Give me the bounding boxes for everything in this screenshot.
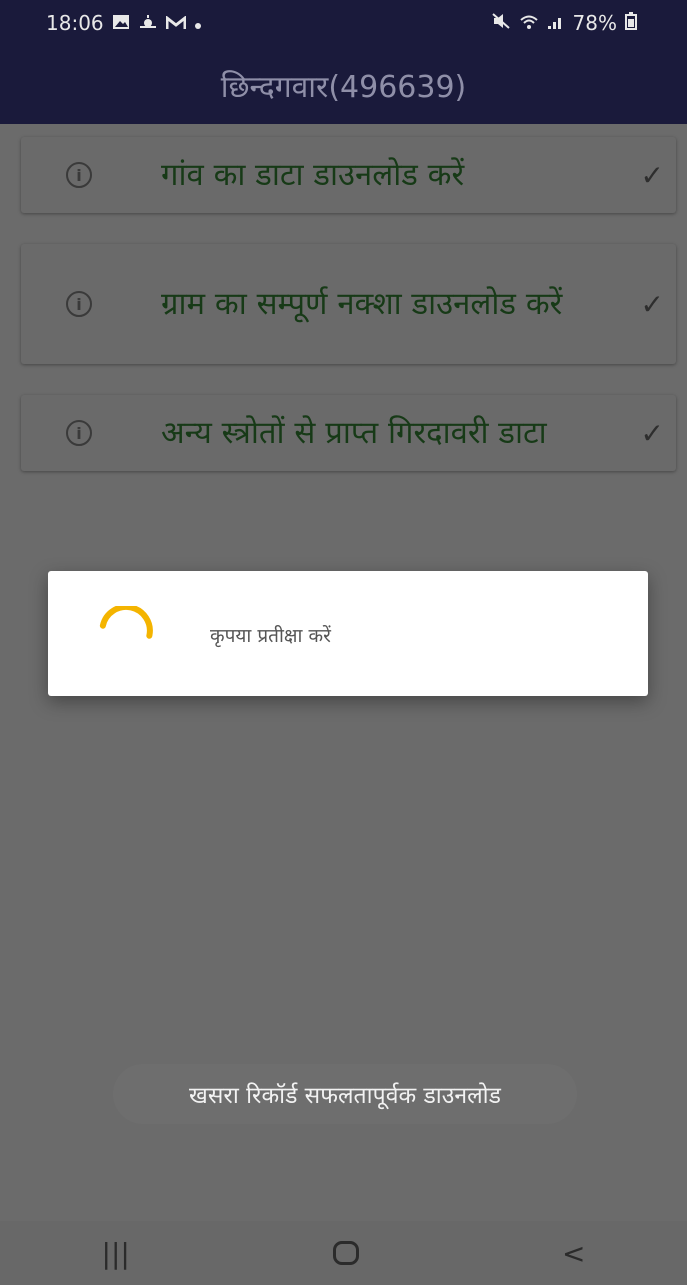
status-right: 78% (491, 11, 637, 35)
item-label: ग्राम का सम्पूर्ण नक्शा डाउनलोड करें (161, 286, 563, 322)
battery-level: 78% (572, 11, 617, 35)
navigation-bar: ||| < (0, 1221, 687, 1285)
home-button[interactable] (332, 1241, 359, 1265)
check-icon: ✓ (640, 416, 664, 450)
back-button[interactable]: < (562, 1237, 585, 1270)
gmail-icon (165, 11, 187, 35)
page-title: छिन्दगवार(496639) (220, 69, 467, 105)
check-icon: ✓ (640, 158, 664, 192)
mute-icon (491, 11, 511, 35)
please-wait-text: कृपया प्रतीक्षा करें (210, 625, 331, 647)
status-time: 18:06 (46, 11, 104, 35)
info-icon[interactable]: i (66, 162, 92, 188)
other-sources-girdawari-item[interactable]: i अन्य स्त्रोतों से प्राप्त गिरदावरी डाट… (21, 395, 676, 471)
battery-icon (625, 11, 637, 35)
status-left: 18:06 (46, 11, 202, 35)
signal-icon (547, 11, 565, 35)
loading-spinner-icon (99, 606, 153, 639)
weather-icon (138, 11, 158, 35)
info-icon[interactable]: i (66, 291, 92, 317)
app-bar: छिन्दगवार(496639) (0, 46, 687, 124)
toast-message: खसरा रिकॉर्ड सफलतापूर्वक डाउनलोड (113, 1064, 577, 1124)
check-icon: ✓ (640, 287, 664, 321)
notification-dot-icon (194, 11, 202, 35)
item-label: अन्य स्त्रोतों से प्राप्त गिरदावरी डाटा (161, 415, 547, 451)
item-label: गांव का डाटा डाउनलोड करें (161, 157, 465, 193)
download-village-map-item[interactable]: i ग्राम का सम्पूर्ण नक्शा डाउनलोड करें ✓ (21, 244, 676, 364)
gallery-icon (112, 11, 130, 35)
wifi-icon (519, 11, 539, 35)
info-icon[interactable]: i (66, 420, 92, 446)
recents-button[interactable]: ||| (102, 1237, 130, 1270)
download-village-data-item[interactable]: i गांव का डाटा डाउनलोड करें ✓ (21, 137, 676, 213)
toast-text: खसरा रिकॉर्ड सफलतापूर्वक डाउनलोड (189, 1083, 501, 1109)
status-bar: 18:06 78% (0, 0, 687, 46)
